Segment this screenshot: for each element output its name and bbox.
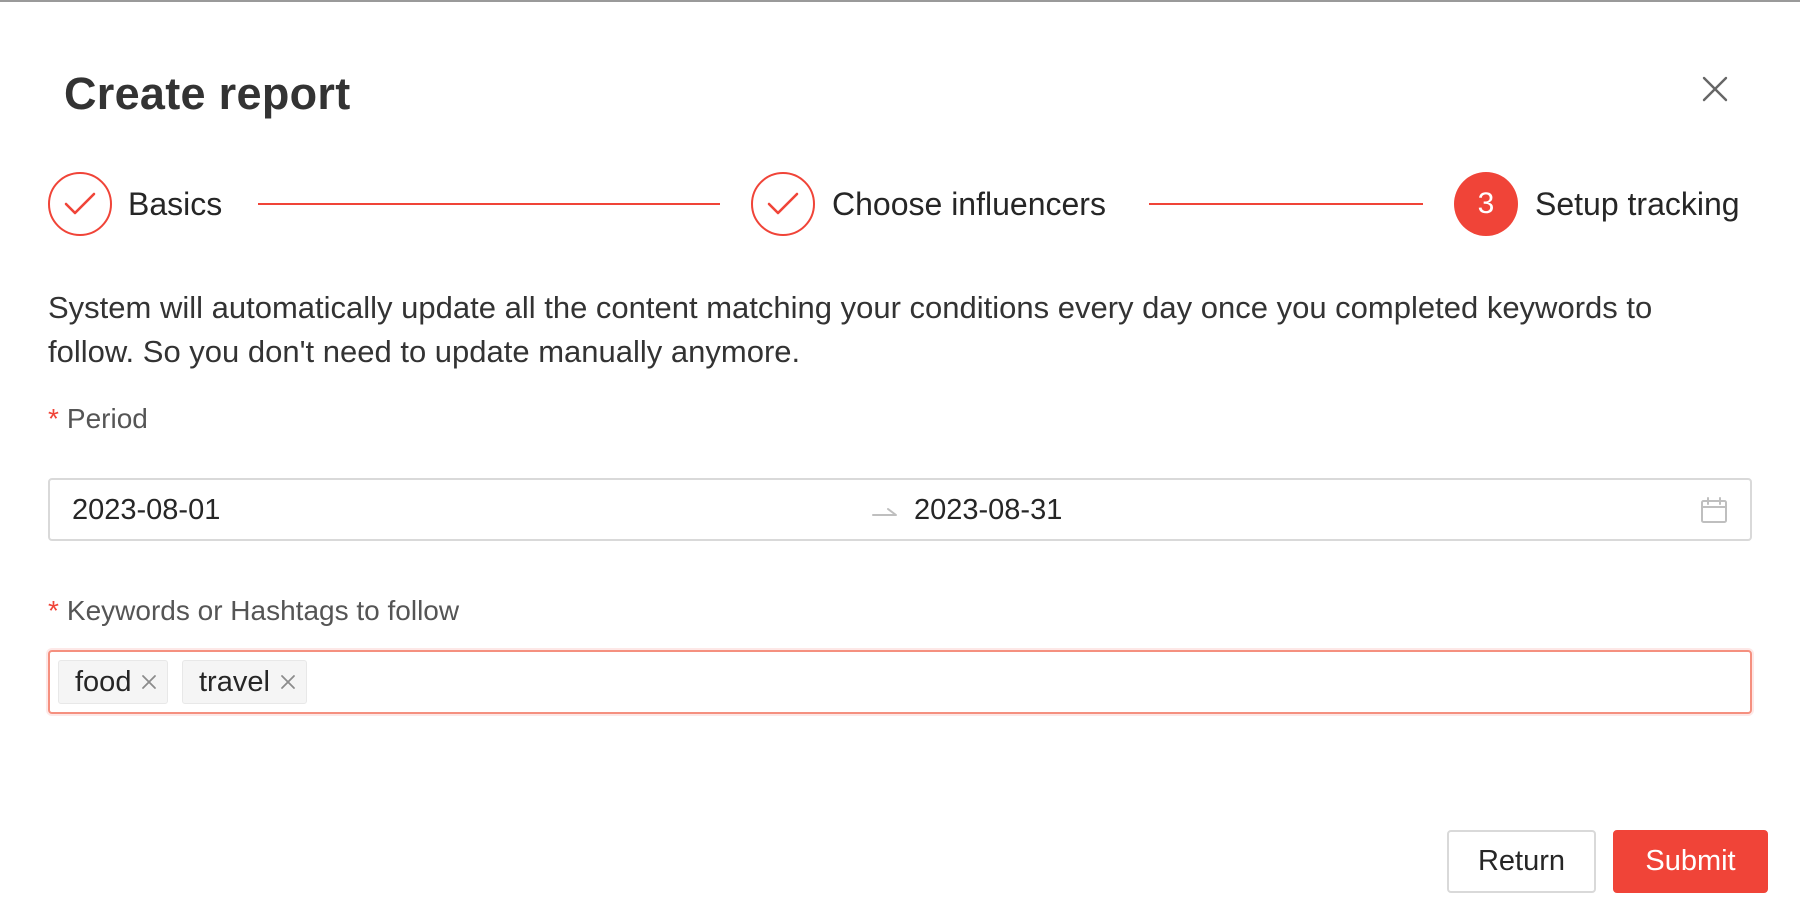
period-range-picker[interactable]: 2023-08-01 2023-08-31 [48,478,1752,541]
step-connector-1 [258,203,720,205]
step-tracking-number: 3 [1454,172,1518,236]
required-mark: * [48,595,59,626]
tag-label: travel [199,666,270,698]
tag-remove-icon[interactable] [141,674,157,690]
step-connector-2 [1149,203,1423,205]
step-influencers-label: Choose influencers [832,186,1106,222]
tag-travel: travel [182,660,307,704]
keywords-tags-input[interactable]: food travel [48,650,1752,714]
step-basics-check-icon [48,172,112,236]
tag-food: food [58,660,169,704]
step-basics-label: Basics [128,186,223,222]
close-icon [1702,76,1728,107]
tracking-description: System will automatically update all the… [48,290,1653,369]
submit-button[interactable]: Submit [1613,830,1768,893]
create-report-modal: Create report Basics Choose influencers … [0,0,1800,912]
calendar-icon[interactable] [1700,496,1728,524]
required-mark: * [48,403,59,434]
step-influencers-check-icon [751,172,815,236]
step-tracking-label: Setup tracking [1535,186,1740,222]
tag-remove-icon[interactable] [280,674,296,690]
keywords-label: * Keywords or Hashtags to follow [48,593,459,629]
range-arrow-icon [870,498,900,522]
period-label-text: Period [66,403,148,434]
return-button[interactable]: Return [1447,830,1596,893]
period-label: * Period [48,401,148,437]
modal-title: Create report [64,68,351,119]
start-date-input[interactable]: 2023-08-01 [72,493,220,527]
close-button[interactable] [1694,70,1736,112]
end-date-input[interactable]: 2023-08-31 [914,493,1062,527]
tag-label: food [75,666,132,698]
keywords-label-text: Keywords or Hashtags to follow [66,595,460,626]
